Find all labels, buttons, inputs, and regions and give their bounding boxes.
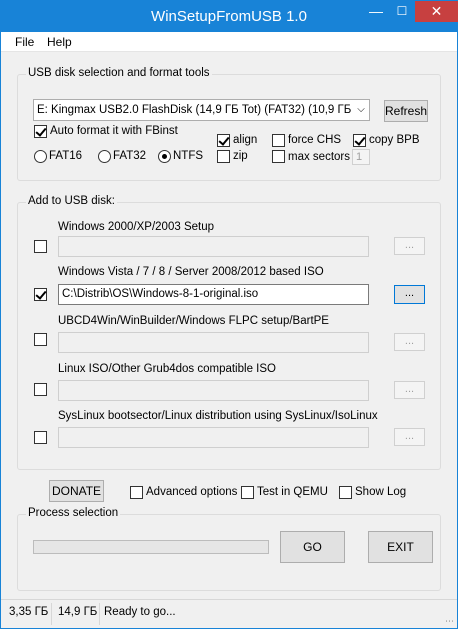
status-message: Ready to go... [104, 606, 176, 618]
browse-button-windows-xp[interactable]: ... [394, 237, 425, 255]
usb-disk-selected-value: E: Kingmax USB2.0 FlashDisk (14,9 ГБ Tot… [37, 104, 370, 116]
align-checkbox[interactable] [217, 134, 230, 147]
usb-disk-group-title: USB disk selection and format tools [26, 67, 212, 79]
source-label-syslinux: SysLinux bootsector/Linux distribution u… [58, 410, 378, 422]
force-chs-checkbox[interactable] [272, 134, 285, 147]
fat32-radio[interactable] [98, 150, 111, 163]
add-to-usb-group-title: Add to USB disk: [26, 195, 117, 207]
test-qemu-checkbox[interactable] [241, 486, 254, 499]
advanced-options-label: Advanced options [146, 486, 238, 498]
close-icon: ✕ [430, 3, 443, 19]
source-checkbox-syslinux[interactable] [34, 431, 47, 444]
status-bar: 3,35 ГБ 14,9 ГБ Ready to go... ⋯ [1, 599, 457, 628]
zip-label: zip [233, 150, 248, 162]
auto-format-checkbox[interactable] [34, 125, 47, 138]
donate-button[interactable]: DONATE [49, 480, 104, 502]
status-divider [51, 603, 52, 625]
source-label-windows-vista: Windows Vista / 7 / 8 / Server 2008/2012… [58, 266, 324, 278]
exit-button[interactable]: EXIT [368, 531, 433, 563]
source-checkbox-linux-iso[interactable] [34, 383, 47, 396]
chevron-down-icon: ⌵ [353, 100, 369, 120]
menu-file[interactable]: File [15, 35, 34, 49]
status-divider [99, 603, 100, 625]
test-qemu-label: Test in QEMU [257, 486, 328, 498]
source-label-windows-xp: Windows 2000/XP/2003 Setup [58, 221, 214, 233]
menu-bar: File Help [1, 32, 457, 52]
max-sectors-input[interactable]: 1 [352, 149, 370, 165]
advanced-options-checkbox[interactable] [130, 486, 143, 499]
source-label-linux-iso: Linux ISO/Other Grub4dos compatible ISO [58, 363, 276, 375]
source-checkbox-windows-vista[interactable] [34, 288, 47, 301]
refresh-button[interactable]: Refresh [384, 100, 428, 122]
source-path-linux-iso[interactable] [58, 380, 369, 401]
show-log-checkbox[interactable] [339, 486, 352, 499]
status-total-space: 14,9 ГБ [58, 606, 98, 618]
force-chs-label: force CHS [288, 134, 342, 146]
max-sectors-label: max sectors [288, 151, 350, 163]
auto-format-label: Auto format it with FBinst [50, 125, 178, 137]
source-checkbox-windows-xp[interactable] [34, 240, 47, 253]
source-path-ubcd4win[interactable] [58, 332, 369, 353]
source-checkbox-ubcd4win[interactable] [34, 333, 47, 346]
copy-bpb-checkbox[interactable] [353, 134, 366, 147]
zip-checkbox[interactable] [217, 150, 230, 163]
align-label: align [233, 134, 258, 146]
go-button[interactable]: GO [280, 531, 345, 563]
source-path-windows-vista[interactable]: C:\Distrib\OS\Windows-8-1-original.iso [58, 284, 369, 305]
ntfs-radio[interactable] [158, 150, 171, 163]
progress-bar [33, 540, 269, 554]
status-free-space: 3,35 ГБ [9, 606, 49, 618]
show-log-label: Show Log [355, 486, 407, 498]
app-window: WinSetupFromUSB 1.0 — ☐ ✕ File Help USB … [0, 0, 458, 629]
browse-button-linux-iso[interactable]: ... [394, 381, 425, 399]
max-sectors-checkbox[interactable] [272, 150, 285, 163]
resize-grip-icon[interactable]: ⋯ [445, 616, 455, 626]
copy-bpb-label: copy BPB [369, 134, 420, 146]
title-bar[interactable]: WinSetupFromUSB 1.0 — ☐ ✕ [1, 1, 458, 32]
fat32-label: FAT32 [113, 150, 147, 162]
browse-button-syslinux[interactable]: ... [394, 428, 425, 446]
fat16-label: FAT16 [49, 150, 83, 162]
close-button[interactable]: ✕ [415, 1, 458, 22]
menu-help[interactable]: Help [47, 35, 72, 49]
source-label-ubcd4win: UBCD4Win/WinBuilder/Windows FLPC setup/B… [58, 315, 329, 327]
source-path-syslinux[interactable] [58, 427, 369, 448]
source-path-windows-xp[interactable] [58, 236, 369, 257]
fat16-radio[interactable] [34, 150, 47, 163]
minimize-button[interactable]: — [363, 1, 389, 22]
browse-button-windows-vista[interactable]: ... [394, 285, 425, 304]
maximize-button[interactable]: ☐ [389, 1, 415, 22]
usb-disk-select[interactable]: E: Kingmax USB2.0 FlashDisk (14,9 ГБ Tot… [33, 99, 370, 121]
process-selection-title: Process selection [26, 507, 121, 519]
ntfs-label: NTFS [173, 150, 204, 162]
browse-button-ubcd4win[interactable]: ... [394, 333, 425, 351]
